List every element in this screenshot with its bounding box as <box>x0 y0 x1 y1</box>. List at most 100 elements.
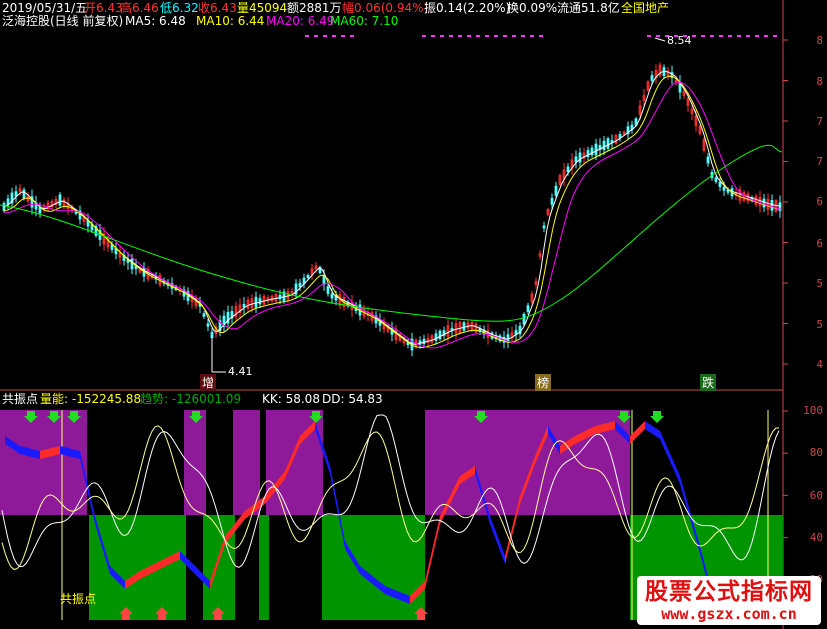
green-zone <box>322 515 425 620</box>
signal-dot <box>305 35 309 37</box>
indicator-axis-label: 60 <box>809 489 823 502</box>
signal-dot <box>773 35 777 37</box>
signal-dot <box>341 35 345 37</box>
volume-label: 量45094 <box>237 1 288 15</box>
candle-body <box>330 293 334 299</box>
signal-dot <box>431 35 435 37</box>
candle-body <box>254 296 258 308</box>
chart-canvas[interactable] <box>0 0 827 629</box>
ma60-label: MA60: 7.10 <box>330 14 399 28</box>
event-tag-increase[interactable]: 增 <box>200 374 217 391</box>
candle-body <box>542 225 546 229</box>
signal-dot <box>656 35 660 37</box>
change-label: 幅0.06(0.94%) <box>342 1 429 15</box>
candle-body <box>522 314 526 325</box>
price-axis-label: 6 <box>816 237 823 250</box>
price-axis-label: 6 <box>816 195 823 208</box>
candle-body <box>58 194 62 206</box>
signal-dot <box>467 35 471 37</box>
signal-dot <box>440 35 444 37</box>
signal-dot <box>746 35 750 37</box>
candle-body <box>578 152 582 163</box>
trend-label: 趋势: -126001.09 <box>140 392 242 406</box>
sector-label: 全国地产 <box>621 1 670 15</box>
price-axis-label: 4 <box>816 358 823 371</box>
signal-dot <box>503 35 507 37</box>
signal-dot <box>719 35 723 37</box>
signal-dot <box>476 35 480 37</box>
price-axis-label: 8 <box>816 75 823 88</box>
signal-dot <box>701 35 705 37</box>
candle-body <box>594 143 598 156</box>
purple-zone <box>233 410 260 515</box>
candle-body <box>258 298 262 305</box>
candle-body <box>566 166 570 173</box>
signal-dot <box>710 35 714 37</box>
candle-body <box>306 275 310 279</box>
candle-body <box>526 305 530 312</box>
candle-body <box>242 304 246 308</box>
signal-dot <box>485 35 489 37</box>
candle-body <box>210 331 214 339</box>
ma20-line <box>3 81 782 349</box>
candle-body <box>714 177 718 182</box>
signal-dot <box>323 35 327 37</box>
candle-body <box>718 181 722 187</box>
signal-dot <box>521 35 525 37</box>
sell-arrow-icon <box>650 411 664 423</box>
signal-dot <box>449 35 453 37</box>
min-price-label: 4.41 <box>228 365 253 378</box>
purple-zone <box>184 410 206 515</box>
signal-dot <box>539 35 543 37</box>
ma5-line <box>3 70 782 345</box>
price-axis-label: 8 <box>816 34 823 47</box>
candle-body <box>706 156 710 164</box>
signal-dot <box>422 35 426 37</box>
signal-dot <box>755 35 759 37</box>
amount-label: 额2881万 <box>287 1 342 15</box>
kk-label: KK: 58.08 <box>262 392 320 406</box>
candle-body <box>462 322 466 331</box>
ma10-line <box>3 75 782 349</box>
green-zone <box>259 515 269 620</box>
oscillator-ribbon <box>660 431 680 484</box>
candle-body <box>550 197 554 205</box>
signal-dot <box>512 35 516 37</box>
open-label: 开6.43 <box>84 1 123 15</box>
date-label: 2019/05/31/五 <box>2 1 88 15</box>
signal-dot <box>314 35 318 37</box>
candle-body <box>650 75 654 81</box>
ma60-line <box>0 144 783 322</box>
candle-body <box>506 334 510 342</box>
signal-dot <box>458 35 462 37</box>
oscillator-ribbon <box>645 421 660 439</box>
signal-dot <box>350 35 354 37</box>
candle-body <box>554 185 558 196</box>
high-label: 高6.46 <box>120 1 159 15</box>
candle-body <box>322 275 326 285</box>
turnover-label: 换0.09% <box>507 1 558 15</box>
signal-dot <box>647 35 651 37</box>
signal-dot <box>530 35 534 37</box>
green-zone <box>89 515 186 620</box>
candle-body <box>326 286 330 294</box>
candle-body <box>762 198 766 208</box>
candle-body <box>602 140 606 151</box>
candle-body <box>298 282 302 288</box>
event-tag-list[interactable]: 榜 <box>535 374 552 391</box>
signal-dot <box>494 35 498 37</box>
float-label: 流通51.8亿 <box>557 1 620 15</box>
candle-body <box>722 186 726 191</box>
watermark-url: www.gszx.com.cn <box>661 605 797 623</box>
amplitude-label: 振0.14(2.20%) <box>424 1 511 15</box>
ma10-label: MA10: 6.44 <box>196 14 265 28</box>
watermark-badge: 股票公式指标网 www.gszx.com.cn <box>637 576 821 625</box>
indicator-axis-label: 40 <box>809 531 823 544</box>
indicator-name: 共振点 <box>2 392 39 406</box>
signal-dot <box>728 35 732 37</box>
signal-dot <box>737 35 741 37</box>
low-label: 低6.32 <box>160 1 199 15</box>
signal-dot <box>764 35 768 37</box>
event-tag-drop[interactable]: 跌 <box>700 374 717 391</box>
signal-label: 共振点 <box>60 592 97 606</box>
